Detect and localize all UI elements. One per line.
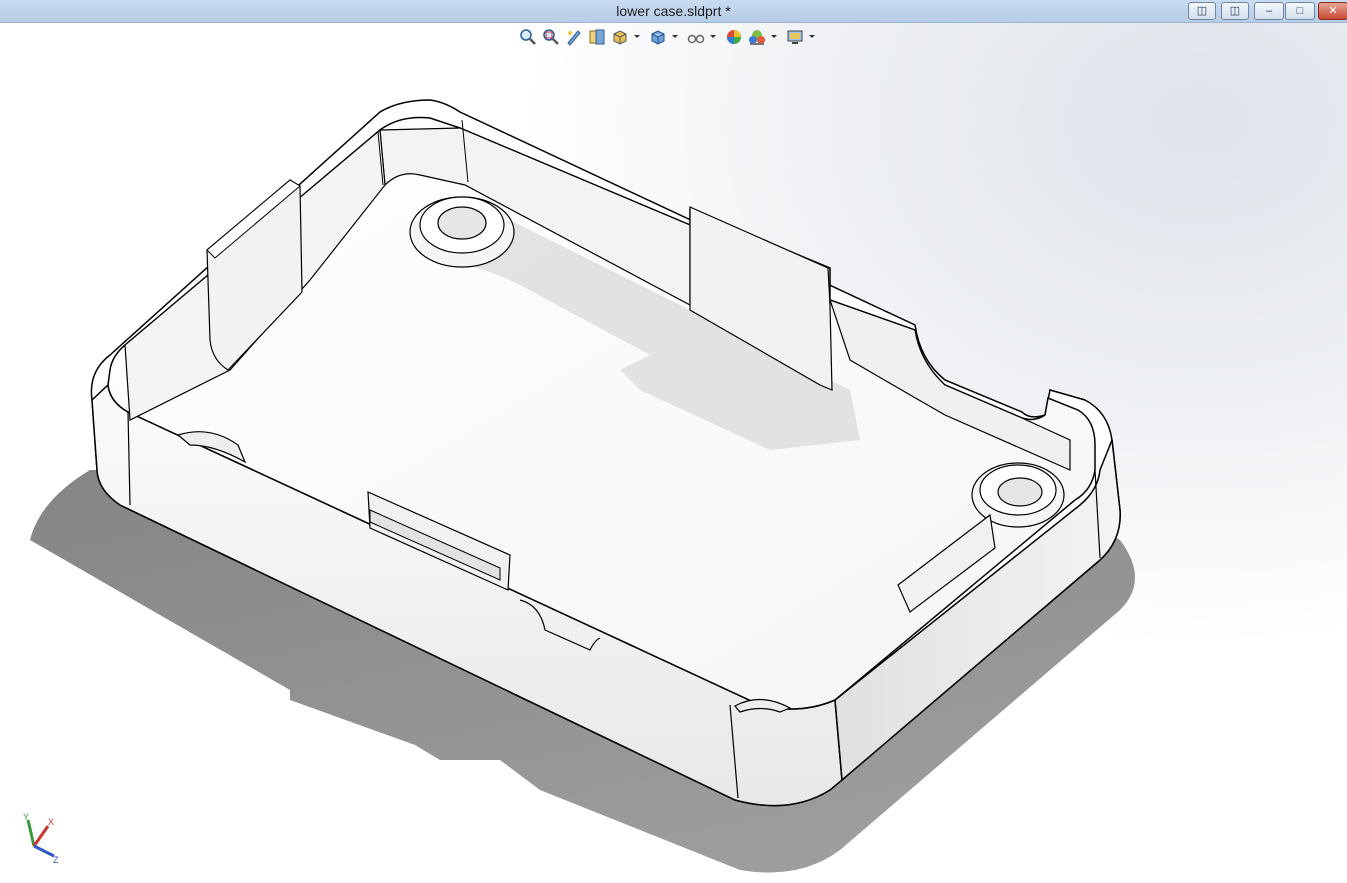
triad-y-label: Y bbox=[23, 812, 29, 822]
zoom-to-fit-icon[interactable] bbox=[518, 27, 538, 47]
view-settings-icon[interactable] bbox=[785, 27, 805, 47]
triad-x-label: X bbox=[48, 817, 54, 827]
previous-view-icon[interactable] bbox=[564, 27, 584, 47]
minimize-button[interactable]: – bbox=[1254, 2, 1284, 20]
apply-scene-icon[interactable] bbox=[747, 27, 767, 47]
zoom-to-area-icon[interactable] bbox=[541, 27, 561, 47]
view-orientation-dropdown-icon[interactable] bbox=[633, 27, 641, 47]
display-style-dropdown-icon[interactable] bbox=[671, 27, 679, 47]
reference-triad: Y X Z bbox=[23, 812, 59, 864]
restore-button[interactable]: □ bbox=[1285, 2, 1315, 20]
right-pane-button[interactable]: ◫ bbox=[1221, 2, 1249, 20]
window-title: lower case.sldprt * bbox=[616, 3, 731, 19]
left-pane-button[interactable]: ◫ bbox=[1188, 2, 1216, 20]
view-settings-dropdown-icon[interactable] bbox=[808, 27, 816, 47]
part-model-lower-case[interactable] bbox=[0, 0, 1347, 883]
hide-show-items-icon[interactable] bbox=[686, 27, 706, 47]
screw-boss-back bbox=[409, 196, 515, 268]
screw-boss-right bbox=[971, 462, 1065, 528]
title-bar: lower case.sldprt * ◫ ◫ – □ ✕ bbox=[0, 0, 1347, 23]
heads-up-view-toolbar bbox=[518, 26, 820, 48]
triad-z-label: Z bbox=[53, 855, 59, 864]
close-button[interactable]: ✕ bbox=[1318, 2, 1347, 20]
section-view-icon[interactable] bbox=[587, 27, 607, 47]
edit-appearance-icon[interactable] bbox=[724, 27, 744, 47]
view-orientation-icon[interactable] bbox=[610, 27, 630, 47]
display-style-icon[interactable] bbox=[648, 27, 668, 47]
apply-scene-dropdown-icon[interactable] bbox=[770, 27, 778, 47]
hide-show-dropdown-icon[interactable] bbox=[709, 27, 717, 47]
